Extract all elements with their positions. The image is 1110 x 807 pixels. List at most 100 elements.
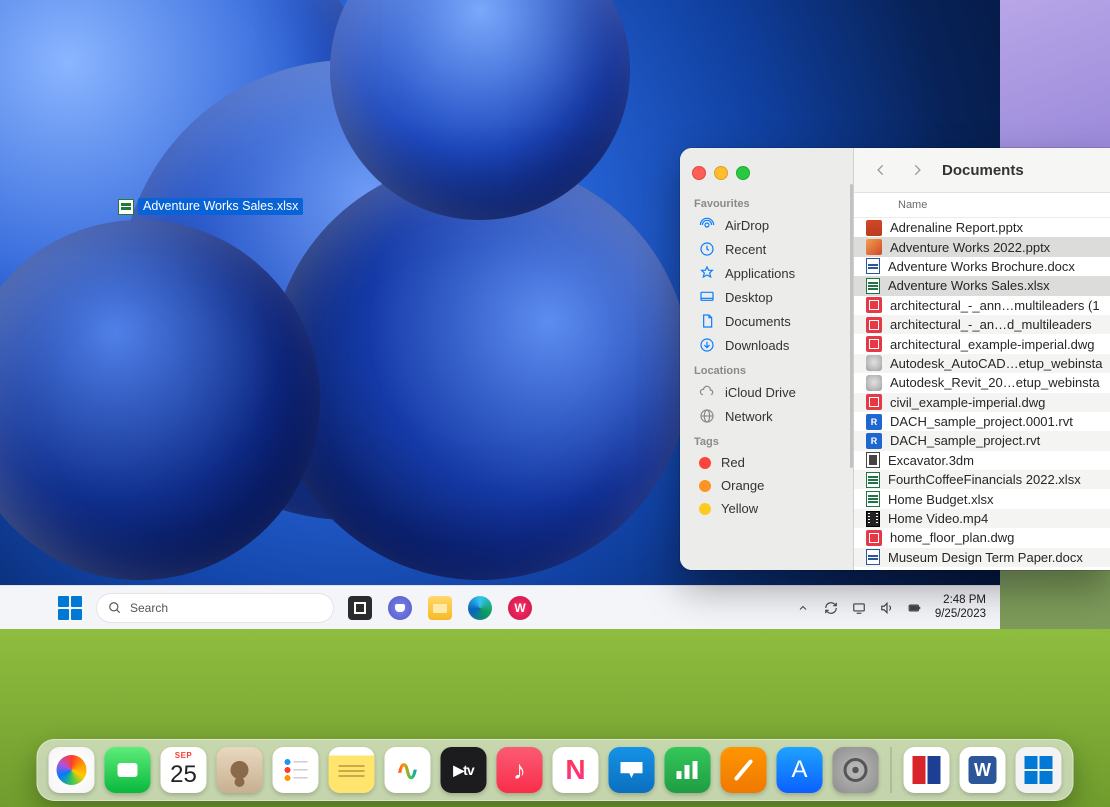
clock-date: 9/25/2023: [935, 608, 986, 621]
tag-dot-icon: [699, 503, 711, 515]
tray-overflow-icon[interactable]: [795, 600, 811, 616]
file-row[interactable]: civil_example-imperial.dwg: [854, 393, 1110, 412]
file-row[interactable]: Adventure Works 2022.pptx: [854, 237, 1110, 256]
dock-appstore[interactable]: [777, 747, 823, 793]
teams-chat-button[interactable]: [388, 596, 412, 620]
clock-time: 2:48 PM: [935, 594, 986, 607]
sidebar-item-label: Recent: [725, 242, 766, 257]
dwg-file-icon: [866, 394, 882, 410]
sidebar-item-recent[interactable]: Recent: [685, 237, 848, 261]
forward-button[interactable]: [906, 159, 928, 181]
rvt-file-icon: [866, 414, 882, 430]
file-row[interactable]: DACH_sample_project.0001.rvt: [854, 412, 1110, 431]
file-row[interactable]: DACH_sample_project.rvt: [854, 431, 1110, 450]
file-row[interactable]: architectural_-_ann…multileaders (1: [854, 296, 1110, 315]
dock-keynote[interactable]: [609, 747, 655, 793]
file-name: Autodesk_Revit_20…etup_webinsta: [890, 375, 1100, 390]
taskbar-clock[interactable]: 2:48 PM 9/25/2023: [935, 594, 990, 620]
file-name: DACH_sample_project.rvt: [890, 433, 1040, 448]
back-button[interactable]: [870, 159, 892, 181]
dock-reminders[interactable]: [273, 747, 319, 793]
dock-parallels[interactable]: [904, 747, 950, 793]
file-row[interactable]: Adventure Works Sales.xlsx: [854, 276, 1110, 295]
dwg-file-icon: [866, 530, 882, 546]
sidebar-item-airdrop[interactable]: AirDrop: [685, 213, 848, 237]
windows-update-icon[interactable]: [823, 600, 839, 616]
file-explorer-button[interactable]: [428, 596, 452, 620]
dock-tv[interactable]: [441, 747, 487, 793]
sidebar-item-label: AirDrop: [725, 218, 769, 233]
file-row[interactable]: Adrenaline Report.pptx: [854, 218, 1110, 237]
dock-freeform[interactable]: [385, 747, 431, 793]
file-row[interactable]: Autodesk_AutoCAD…etup_webinsta: [854, 354, 1110, 373]
file-row[interactable]: Home Budget.xlsx: [854, 489, 1110, 508]
finder-sidebar: Favourites AirDrop Recent Applications D…: [680, 148, 854, 570]
file-list: Adrenaline Report.pptx Adventure Works 20…: [854, 218, 1110, 570]
dock-numbers[interactable]: [665, 747, 711, 793]
file-row[interactable]: Excavator.3dm: [854, 451, 1110, 470]
file-row[interactable]: Museum Design Term Paper.docx: [854, 548, 1110, 567]
sidebar-item-network[interactable]: Network: [685, 404, 848, 428]
sidebar-item-desktop[interactable]: Desktop: [685, 285, 848, 309]
sidebar-scrollbar[interactable]: [850, 184, 853, 468]
file-name: civil_example-imperial.dwg: [890, 395, 1045, 410]
file-name: architectural_-_ann…multileaders (1: [890, 298, 1100, 313]
sidebar-item-downloads[interactable]: Downloads: [685, 333, 848, 357]
docx-file-icon: [866, 549, 880, 565]
dock-photos[interactable]: [49, 747, 95, 793]
wps-office-button[interactable]: [508, 596, 532, 620]
dwg-file-icon: [866, 336, 882, 352]
desktop-file-adventure-works-sales[interactable]: Adventure Works Sales.xlsx: [118, 198, 303, 215]
zoom-button[interactable]: [736, 166, 750, 180]
dock-separator: [891, 747, 892, 793]
minimize-button[interactable]: [714, 166, 728, 180]
dock-music[interactable]: [497, 747, 543, 793]
sidebar-item-icloud[interactable]: iCloud Drive: [685, 380, 848, 404]
parallels-tools-icon[interactable]: [851, 600, 867, 616]
file-name: Museum Design Term Paper.docx: [888, 550, 1083, 565]
mac-dock: SEP 25: [37, 739, 1074, 801]
sidebar-tag-orange[interactable]: Orange: [685, 474, 848, 497]
dock-word[interactable]: [960, 747, 1006, 793]
file-row[interactable]: FourthCoffeeFinancials 2022.xlsx: [854, 470, 1110, 489]
volume-icon[interactable]: [879, 600, 895, 616]
start-button[interactable]: [58, 596, 82, 620]
battery-icon[interactable]: [907, 600, 923, 616]
file-row[interactable]: home_floor_plan.dwg: [854, 528, 1110, 547]
file-row[interactable]: Autodesk_Revit_20…etup_webinsta: [854, 373, 1110, 392]
finder-toolbar: Documents: [854, 148, 1110, 193]
documents-icon: [699, 313, 715, 329]
file-name: Adventure Works 2022.pptx: [890, 240, 1050, 255]
sidebar-tag-red[interactable]: Red: [685, 451, 848, 474]
file-row[interactable]: Adventure Works Brochure.docx: [854, 257, 1110, 276]
file-name: Home Video.mp4: [888, 511, 988, 526]
dock-calendar[interactable]: SEP 25: [161, 747, 207, 793]
file-name: architectural_-_an…d_multileaders: [890, 317, 1092, 332]
dock-facetime[interactable]: [105, 747, 151, 793]
dock-windows-vm[interactable]: [1016, 747, 1062, 793]
file-row[interactable]: architectural_example-imperial.dwg: [854, 334, 1110, 353]
xlsx-file-icon: [866, 472, 880, 488]
sidebar-item-label: Red: [721, 455, 745, 470]
sidebar-item-label: Documents: [725, 314, 791, 329]
taskbar-search[interactable]: Search: [96, 593, 334, 623]
dock-pages[interactable]: [721, 747, 767, 793]
sidebar-item-applications[interactable]: Applications: [685, 261, 848, 285]
sidebar-tag-yellow[interactable]: Yellow: [685, 497, 848, 520]
dock-news[interactable]: [553, 747, 599, 793]
dock-notes[interactable]: [329, 747, 375, 793]
sidebar-heading-favourites: Favourites: [680, 190, 853, 213]
dock-settings[interactable]: [833, 747, 879, 793]
task-view-button[interactable]: [348, 596, 372, 620]
close-button[interactable]: [692, 166, 706, 180]
dock-contacts[interactable]: [217, 747, 263, 793]
file-row[interactable]: Home Video.mp4: [854, 509, 1110, 528]
xlsx-file-icon: [866, 491, 880, 507]
column-header-name[interactable]: Name: [854, 193, 1110, 218]
finder-window[interactable]: Favourites AirDrop Recent Applications D…: [680, 148, 1110, 570]
edge-button[interactable]: [468, 596, 492, 620]
sidebar-item-documents[interactable]: Documents: [685, 309, 848, 333]
file-name: Home Budget.xlsx: [888, 492, 994, 507]
sidebar-item-label: Downloads: [725, 338, 789, 353]
file-row[interactable]: architectural_-_an…d_multileaders: [854, 315, 1110, 334]
